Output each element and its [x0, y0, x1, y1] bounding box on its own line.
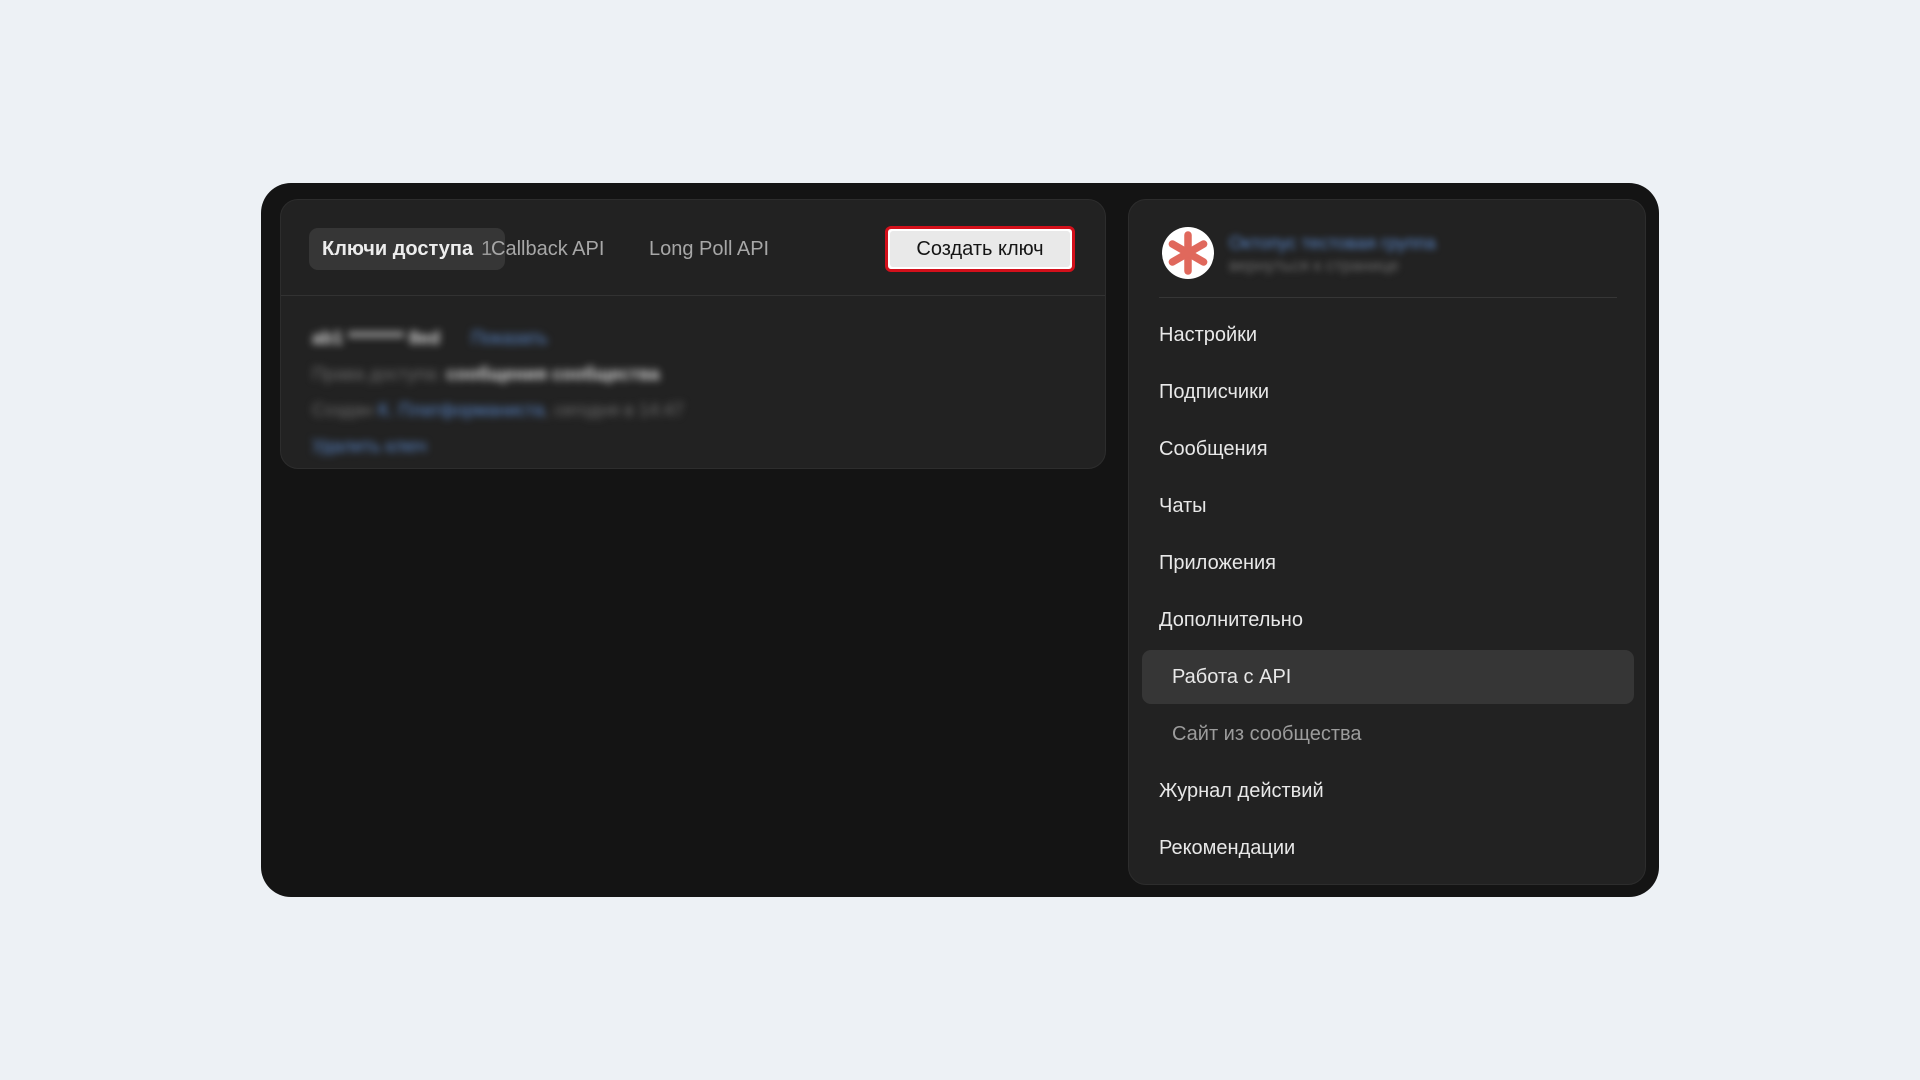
tab-bar: Ключи доступа 1 Callback API Long Poll AP…	[281, 200, 1105, 296]
nav-messages[interactable]: Сообщения	[1142, 422, 1634, 476]
api-keys-card: Ключи доступа 1 Callback API Long Poll AP…	[280, 199, 1106, 469]
group-name[interactable]: Октопус тестовая группа	[1229, 231, 1436, 255]
create-key-button[interactable]: Создать ключ	[885, 226, 1075, 272]
delete-key-link[interactable]: Удалить ключ	[312, 436, 427, 456]
nav-additional[interactable]: Дополнительно	[1142, 593, 1634, 647]
asterisk-icon	[1168, 231, 1208, 275]
created-label: Создан	[312, 400, 374, 420]
nav-apps[interactable]: Приложения	[1142, 536, 1634, 590]
access-key-details: ab1 ******** 8ed Показать Права доступа:…	[312, 328, 684, 456]
tab-callback-api-label: Callback API	[491, 238, 605, 260]
settings-window: Ключи доступа 1 Callback API Long Poll AP…	[261, 183, 1659, 897]
settings-sidebar: Октопус тестовая группа вернуться к стра…	[1128, 199, 1646, 885]
nav-api[interactable]: Работа с API	[1142, 650, 1634, 704]
group-text: Октопус тестовая группа вернуться к стра…	[1229, 231, 1436, 277]
nav-recommendations[interactable]: Рекомендации	[1142, 821, 1634, 875]
nav-action-log[interactable]: Журнал действий	[1142, 764, 1634, 818]
group-header[interactable]: Октопус тестовая группа вернуться к стра…	[1159, 227, 1617, 298]
create-key-button-label: Создать ключ	[890, 231, 1070, 267]
nav-chats[interactable]: Чаты	[1142, 479, 1634, 533]
nav-subscribers[interactable]: Подписчики	[1142, 365, 1634, 419]
nav-community-site[interactable]: Сайт из сообщества	[1142, 707, 1634, 761]
nav-settings[interactable]: Настройки	[1142, 308, 1634, 362]
rights-value: сообщения сообщества	[446, 364, 660, 384]
created-by-link[interactable]: К. Платформаниста	[378, 400, 544, 420]
tab-access-keys[interactable]: Ключи доступа 1	[309, 228, 506, 270]
tab-long-poll-api[interactable]: Long Poll API	[636, 228, 782, 270]
group-avatar	[1162, 227, 1214, 279]
created-time: сегодня в 14:47	[554, 400, 684, 420]
tab-access-keys-label: Ключи доступа	[322, 238, 474, 260]
key-id: ab1 ******** 8ed	[312, 328, 441, 348]
show-key-link[interactable]: Показать	[471, 328, 548, 348]
back-to-page-link[interactable]: вернуться к странице	[1229, 255, 1436, 277]
tab-callback-api[interactable]: Callback API	[478, 228, 617, 270]
rights-label: Права доступа:	[312, 364, 442, 384]
tab-long-poll-api-label: Long Poll API	[649, 238, 770, 260]
